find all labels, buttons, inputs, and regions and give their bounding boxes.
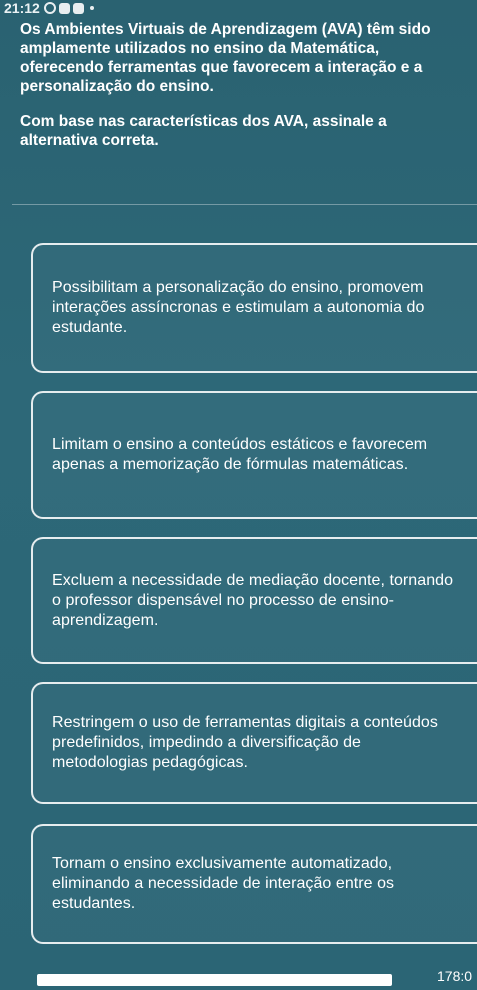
notification-icon bbox=[43, 2, 56, 14]
more-notifications-icon bbox=[89, 6, 94, 10]
quiz-screen: 21:12 Os Ambientes Virtuais de Aprendiza… bbox=[0, 0, 477, 990]
question-prompt: Com base nas características dos AVA, as… bbox=[20, 113, 387, 149]
answer-option-a[interactable]: Possibilitam a personalização do ensino,… bbox=[31, 243, 477, 373]
answer-option-d[interactable]: Restringem o uso de ferramentas digitais… bbox=[31, 682, 477, 804]
answer-option-c[interactable]: Excluem a necessidade de mediação docent… bbox=[31, 537, 477, 664]
answer-option-text: Possibilitam a personalização do ensino,… bbox=[52, 279, 425, 336]
answer-option-text: Restringem o uso de ferramentas digitais… bbox=[52, 714, 438, 771]
status-bar: 21:12 bbox=[0, 0, 477, 16]
answer-option-text: Limitam o ensino a conteúdos estáticos e… bbox=[52, 436, 428, 473]
answer-option-e[interactable]: Tornam o ensino exclusivamente automatiz… bbox=[31, 824, 477, 944]
divider bbox=[12, 204, 477, 205]
progress-bar bbox=[37, 974, 392, 986]
timer: 178:0 bbox=[437, 968, 473, 984]
message-icon bbox=[72, 2, 84, 14]
answer-option-text: Tornam o ensino exclusivamente automatiz… bbox=[52, 855, 395, 912]
app-icon bbox=[58, 2, 70, 14]
status-time: 21:12 bbox=[4, 0, 40, 16]
question-statement: Os Ambientes Virtuais de Aprendizagem (A… bbox=[20, 21, 431, 95]
answer-option-text: Excluem a necessidade de mediação docent… bbox=[52, 571, 454, 629]
question-block: Os Ambientes Virtuais de Aprendizagem (A… bbox=[20, 20, 460, 166]
answer-option-b[interactable]: Limitam o ensino a conteúdos estáticos e… bbox=[31, 391, 477, 519]
